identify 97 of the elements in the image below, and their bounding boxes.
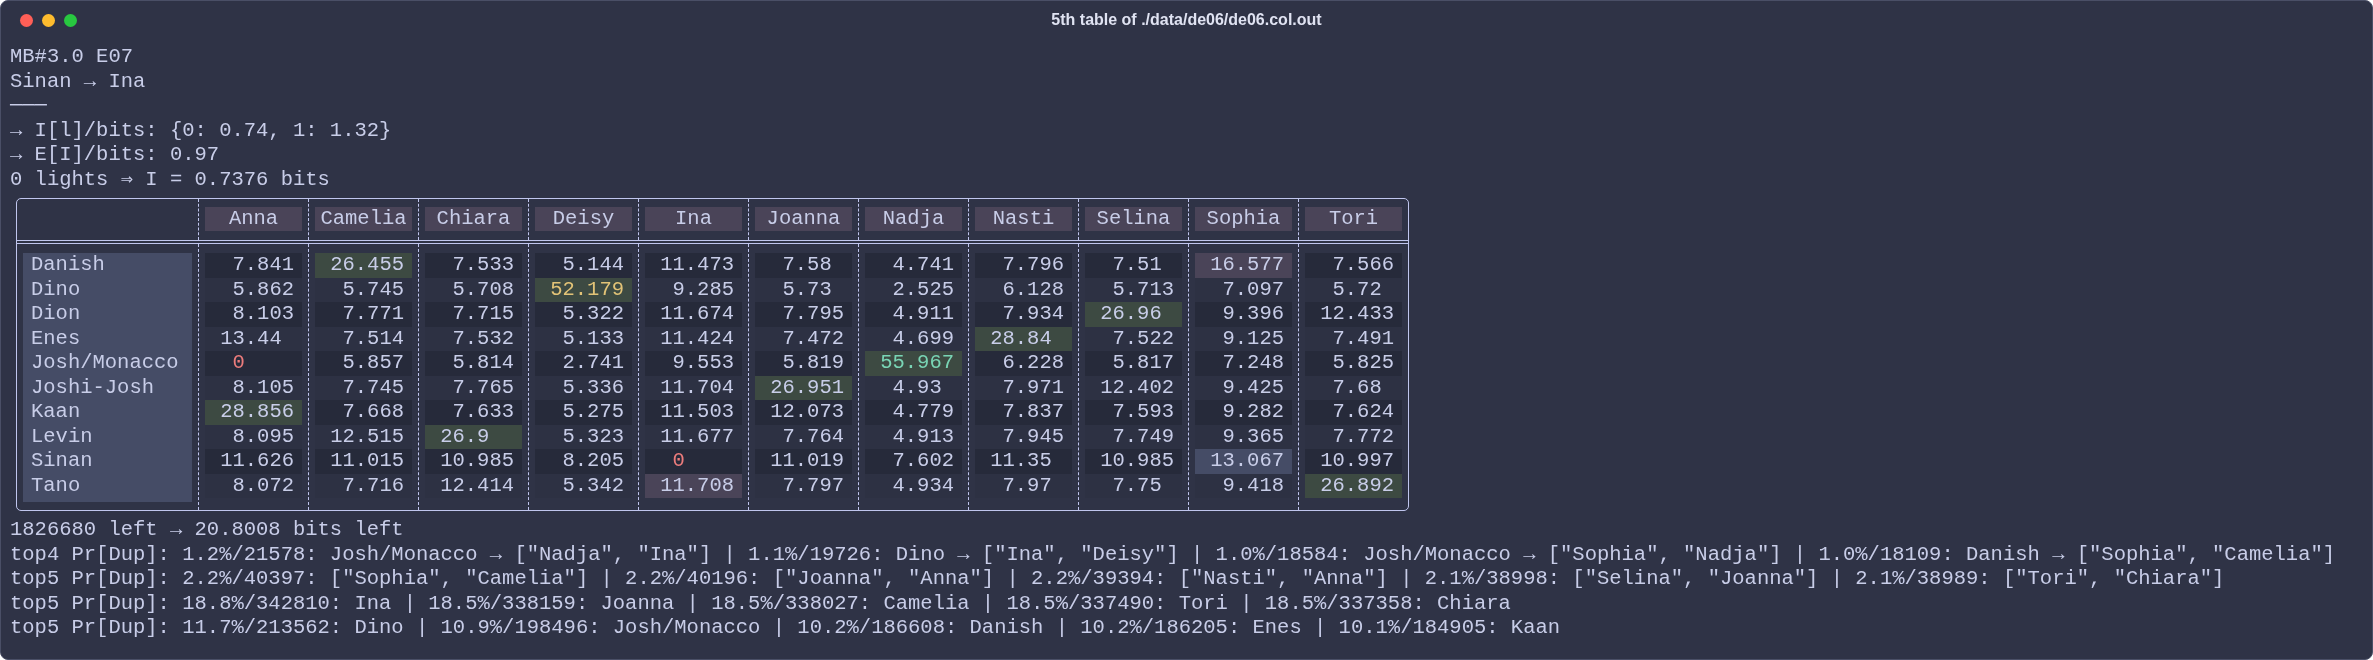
minimize-icon[interactable] <box>42 13 55 27</box>
table-cell: 7.837 <box>975 400 1072 425</box>
row-label: Dion <box>30 302 82 327</box>
table-cell: 11.473 <box>645 253 742 278</box>
table-cell: 2.741 <box>535 351 632 376</box>
row-label: Sinan <box>30 449 94 474</box>
table-cell: 10.985 <box>1085 449 1182 474</box>
table-cell: 8.103 <box>205 302 302 327</box>
table-cell: 0 <box>205 351 302 376</box>
table-cell: 10.997 <box>1305 449 1402 474</box>
table-cell: 10.985 <box>425 449 522 474</box>
column-header: Ina <box>645 207 742 231</box>
table-cell: 28.84 <box>975 326 1072 351</box>
output-line: 1826680 left → 20.8008 bits left <box>10 518 404 543</box>
output-line: MB#3.0 E07 <box>10 45 134 70</box>
table-cell: 7.51 <box>1085 253 1182 278</box>
output-line: top5 Pr[Dup]: 2.2%/40397: ["Sophia", "Camelia"] | 2.2%/40196: ["Joanna", "Anna"] | 2.2%/39394: ["Nasti", "Anna"] | 2.1%/38998: ["Selina", "Joanna"] | 2.1%/38989: ["Tori", "Chiara"] <box>10 567 2225 592</box>
table-cell: 11.015 <box>315 449 412 474</box>
output-line: top5 Pr[Dup]: 11.7%/213562: Dino | 10.9%/198496: Josh/Monacco | 10.2%/186608: Danish | 10.2%/186205: Enes | 10.1%/184905: Kaan <box>10 616 1561 641</box>
table-cell: 26.9 <box>425 424 522 449</box>
table-cell: 55.967 <box>865 351 962 376</box>
table-cell: 11.708 <box>645 473 742 498</box>
table-cell: 11.626 <box>205 449 302 474</box>
output-line: top5 Pr[Dup]: 18.8%/342810: Ina | 18.5%/338159: Joanna | 18.5%/338027: Camelia | 18.5%/337490: Tori | 18.5%/337358: Chiara <box>10 591 1511 616</box>
output-line: ─── <box>10 94 47 119</box>
table-cell: 12.433 <box>1305 302 1402 327</box>
table-cell: 5.857 <box>315 351 412 376</box>
column-header: Tori <box>1305 207 1402 231</box>
row-label: Enes <box>30 326 82 351</box>
column-header: Anna <box>205 207 302 231</box>
table-cell: 26.96 <box>1085 302 1182 327</box>
output-line: → E[I]/bits: 0.97 <box>10 143 220 168</box>
column-header: Camelia <box>315 207 412 231</box>
row-label: Joshi-Josh <box>30 375 156 400</box>
row-label: Danish <box>30 253 106 278</box>
table-cell: 7.248 <box>1195 351 1292 376</box>
table-cell: 11.503 <box>645 400 742 425</box>
table-cell: 7.566 <box>1305 253 1402 278</box>
table-cell: 9.396 <box>1195 302 1292 327</box>
column-header: Deisy <box>535 207 632 231</box>
maximize-icon[interactable] <box>64 13 77 27</box>
table-cell: 5.144 <box>535 253 632 278</box>
close-icon[interactable] <box>20 13 33 27</box>
table-cell: 7.771 <box>315 302 412 327</box>
row-label: Levin <box>30 424 94 449</box>
table-cell: 6.228 <box>975 351 1072 376</box>
column-header: Sophia <box>1195 207 1292 231</box>
column-header: Nasti <box>975 207 1072 231</box>
row-label: Dino <box>30 277 82 302</box>
table-cell: 28.856 <box>205 400 302 425</box>
table-cell: 26.951 <box>755 375 852 400</box>
column-header: Nadja <box>865 207 962 231</box>
table-cell: 7.593 <box>1085 400 1182 425</box>
table-cell: 7.624 <box>1305 400 1402 425</box>
table-cell: 5.825 <box>1305 351 1402 376</box>
table-cell: 5.817 <box>1085 351 1182 376</box>
table-cell: 13.067 <box>1195 449 1292 474</box>
table-cell: 7.602 <box>865 449 962 474</box>
table-cell: 11.019 <box>755 449 852 474</box>
table-cell: 11.674 <box>645 302 742 327</box>
output-line: Sinan → Ina <box>10 69 146 94</box>
table-cell: 7.841 <box>205 253 302 278</box>
table-cell: 7.795 <box>755 302 852 327</box>
row-label: Tano <box>30 473 82 498</box>
table-cell: 16.577 <box>1195 253 1292 278</box>
table-cell: 5.814 <box>425 351 522 376</box>
column-header: Joanna <box>755 207 852 231</box>
table-cell: 7.533 <box>425 253 522 278</box>
table-cell: 5.322 <box>535 302 632 327</box>
table-cell: 7.58 <box>755 253 852 278</box>
row-label: Josh/Monacco <box>30 351 180 376</box>
output-line: 0 lights ⇒ I = 0.7376 bits <box>10 167 330 192</box>
column-header: Selina <box>1085 207 1182 231</box>
table-cell: 7.633 <box>425 400 522 425</box>
window-title: 5th table of ./data/de06/de06.col.out <box>1051 11 1322 29</box>
table-cell: 7.715 <box>425 302 522 327</box>
row-label: Kaan <box>30 400 82 425</box>
output-line: → I[l]/bits: {0: 0.74, 1: 1.32} <box>10 118 392 143</box>
table-cell: 4.911 <box>865 302 962 327</box>
table-cell: 7.934 <box>975 302 1072 327</box>
output-line: top4 Pr[Dup]: 1.2%/21578: Josh/Monacco → ["Nadja", "Ina"] | 1.1%/19726: Dino → ["Ina", "Deisy"] | 1.0%/18584: Josh/Monacco → ["Sophia", "Nadja"] | 1.0%/18109: Danish → ["Sophia", "Camelia"] <box>10 542 2336 567</box>
table-cell: 9.553 <box>645 351 742 376</box>
table-cell: 9.282 <box>1195 400 1292 425</box>
table-cell: 7.796 <box>975 253 1072 278</box>
table-cell: 7.668 <box>315 400 412 425</box>
table-cell: 12.073 <box>755 400 852 425</box>
table-cell: 4.741 <box>865 253 962 278</box>
column-header: Chiara <box>425 207 522 231</box>
table-cell: 8.205 <box>535 449 632 474</box>
table-cell: 52.179 <box>535 277 632 302</box>
table-cell: 0 <box>645 449 742 474</box>
table-cell: 5.819 <box>755 351 852 376</box>
table-cell: 4.779 <box>865 400 962 425</box>
table-cell: 26.892 <box>1305 473 1402 498</box>
table-cell: 26.455 <box>315 253 412 278</box>
table-cell: 5.275 <box>535 400 632 425</box>
table-cell: 11.35 <box>975 449 1072 474</box>
